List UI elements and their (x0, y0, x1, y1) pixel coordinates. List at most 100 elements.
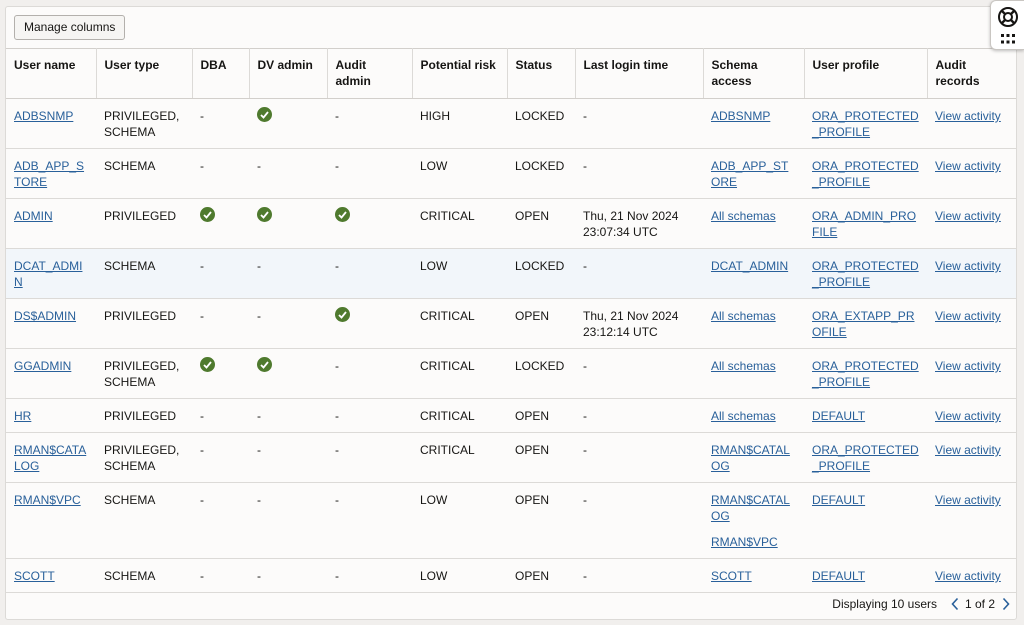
schema-link[interactable]: All schemas (711, 358, 796, 374)
dv-admin-cell (249, 348, 327, 399)
last-login-cell: - (575, 398, 703, 433)
chevron-left-icon[interactable] (950, 597, 960, 614)
col-header-dv-admin[interactable]: DV admin (249, 48, 328, 99)
view-activity-link[interactable]: View activity (935, 493, 1001, 507)
dba-cell-value: - (200, 259, 204, 273)
user-profile-link[interactable]: ORA_PROTECTED_PROFILE (812, 159, 919, 189)
audit-admin-cell: - (327, 348, 412, 399)
view-activity-link[interactable]: View activity (935, 259, 1001, 273)
view-activity-link[interactable]: View activity (935, 159, 1001, 173)
schema-link[interactable]: DCAT_ADMIN (711, 258, 796, 274)
user-profile-link[interactable]: ORA_PROTECTED_PROFILE (812, 259, 919, 289)
dba-cell-value: - (200, 443, 204, 457)
user-profile-link[interactable]: ORA_ADMIN_PROFILE (812, 209, 916, 239)
view-activity-link[interactable]: View activity (935, 569, 1001, 583)
schema-link[interactable]: All schemas (711, 408, 796, 424)
manage-columns-button[interactable]: Manage columns (14, 15, 126, 40)
help-widget[interactable] (990, 0, 1024, 50)
audit-records-cell: View activity (927, 298, 1016, 349)
last-login-text: - (583, 443, 587, 457)
user-profile-link[interactable]: DEFAULT (812, 493, 865, 507)
schema-link[interactable]: ADB_APP_STORE (711, 158, 796, 190)
risk-text: CRITICAL (420, 309, 475, 323)
audit-records-cell: View activity (927, 198, 1016, 249)
schema-link[interactable]: ADBSNMP (711, 108, 796, 124)
lifebuoy-icon[interactable] (997, 6, 1019, 31)
col-header-status[interactable]: Status (507, 48, 576, 99)
audit-records-cell: View activity (927, 482, 1016, 559)
potential-risk-cell: CRITICAL (412, 398, 507, 433)
dv-admin-cell-value: - (257, 409, 261, 423)
potential-risk-cell: CRITICAL (412, 432, 507, 483)
user-type-text: PRIVILEGED (104, 409, 177, 423)
audit-admin-cell: - (327, 248, 412, 299)
col-header-audit-admin[interactable]: Audit admin (327, 48, 413, 99)
col-header-schema-access[interactable]: Schema access (703, 48, 805, 99)
schema-link[interactable]: RMAN$VPC (711, 534, 796, 550)
user-name-link[interactable]: GGADMIN (14, 359, 71, 373)
user-profile-cell: ORA_PROTECTED_PROFILE (804, 148, 927, 199)
user-name-link[interactable]: RMAN$VPC (14, 493, 81, 507)
audit-admin-cell-value: - (335, 409, 339, 423)
view-activity-link[interactable]: View activity (935, 443, 1001, 457)
user-profile-cell: ORA_EXTAPP_PROFILE (804, 298, 927, 349)
user-profile-link[interactable]: ORA_PROTECTED_PROFILE (812, 359, 919, 389)
user-profile-link[interactable]: DEFAULT (812, 569, 865, 583)
last-login-cell: - (575, 98, 703, 149)
dv-admin-cell (249, 198, 327, 249)
user-profile-link[interactable]: DEFAULT (812, 409, 865, 423)
schema-access-cell: All schemas (703, 348, 804, 399)
users-panel: Manage columns User name User type DBA D… (5, 6, 1017, 620)
user-name-link[interactable]: SCOTT (14, 569, 55, 583)
user-profile-link[interactable]: ORA_PROTECTED_PROFILE (812, 443, 919, 473)
view-activity-link[interactable]: View activity (935, 359, 1001, 373)
user-name-cell: DCAT_ADMIN (6, 248, 96, 299)
dv-admin-cell (249, 98, 327, 149)
schema-link[interactable]: RMAN$CATALOG (711, 492, 796, 524)
user-name-cell: ADMIN (6, 198, 96, 249)
user-name-link[interactable]: DCAT_ADMIN (14, 259, 82, 289)
grid-dots-icon[interactable] (1000, 33, 1016, 48)
col-header-user-profile[interactable]: User profile (804, 48, 928, 99)
user-name-link[interactable]: ADMIN (14, 209, 53, 223)
user-profile-link[interactable]: ORA_EXTAPP_PROFILE (812, 309, 914, 339)
col-header-audit-records[interactable]: Audit records (927, 48, 1016, 99)
user-type-text: PRIVILEGED, SCHEMA (104, 443, 180, 473)
col-header-dba[interactable]: DBA (192, 48, 250, 99)
dv-admin-cell: - (249, 482, 327, 559)
dba-cell-value: - (200, 569, 204, 583)
status-text: OPEN (515, 409, 550, 423)
user-name-link[interactable]: ADB_APP_STORE (14, 159, 84, 189)
col-header-user-name[interactable]: User name (6, 48, 97, 99)
potential-risk-cell: CRITICAL (412, 298, 507, 349)
schema-link[interactable]: RMAN$CATALOG (711, 442, 796, 474)
chevron-right-icon[interactable] (1001, 597, 1011, 614)
audit-admin-cell-value: - (335, 569, 339, 583)
check-circle-icon (200, 207, 215, 222)
user-profile-cell: DEFAULT (804, 482, 927, 559)
view-activity-link[interactable]: View activity (935, 409, 1001, 423)
view-activity-link[interactable]: View activity (935, 209, 1001, 223)
col-header-last-login[interactable]: Last login time (575, 48, 704, 99)
schema-link[interactable]: All schemas (711, 308, 796, 324)
status-text: LOCKED (515, 259, 565, 273)
user-name-link[interactable]: HR (14, 409, 31, 423)
last-login-text: - (583, 109, 587, 123)
user-name-link[interactable]: DS$ADMIN (14, 309, 76, 323)
table-body: ADBSNMP PRIVILEGED, SCHEMA - - HIGH LOCKED - AD… (6, 98, 1016, 593)
user-name-cell: DS$ADMIN (6, 298, 96, 349)
user-type-cell: SCHEMA (96, 148, 192, 199)
dba-cell: - (192, 98, 249, 149)
user-profile-link[interactable]: ORA_PROTECTED_PROFILE (812, 109, 919, 139)
user-name-link[interactable]: RMAN$CATALOG (14, 443, 86, 473)
col-header-user-type[interactable]: User type (96, 48, 193, 99)
last-login-text: - (583, 493, 587, 507)
risk-text: LOW (420, 159, 448, 173)
schema-link[interactable]: All schemas (711, 208, 796, 224)
schema-link[interactable]: SCOTT (711, 568, 796, 584)
col-header-potential-risk[interactable]: Potential risk (412, 48, 508, 99)
view-activity-link[interactable]: View activity (935, 109, 1001, 123)
user-name-link[interactable]: ADBSNMP (14, 109, 73, 123)
view-activity-link[interactable]: View activity (935, 309, 1001, 323)
audit-admin-cell-value: - (335, 359, 339, 373)
